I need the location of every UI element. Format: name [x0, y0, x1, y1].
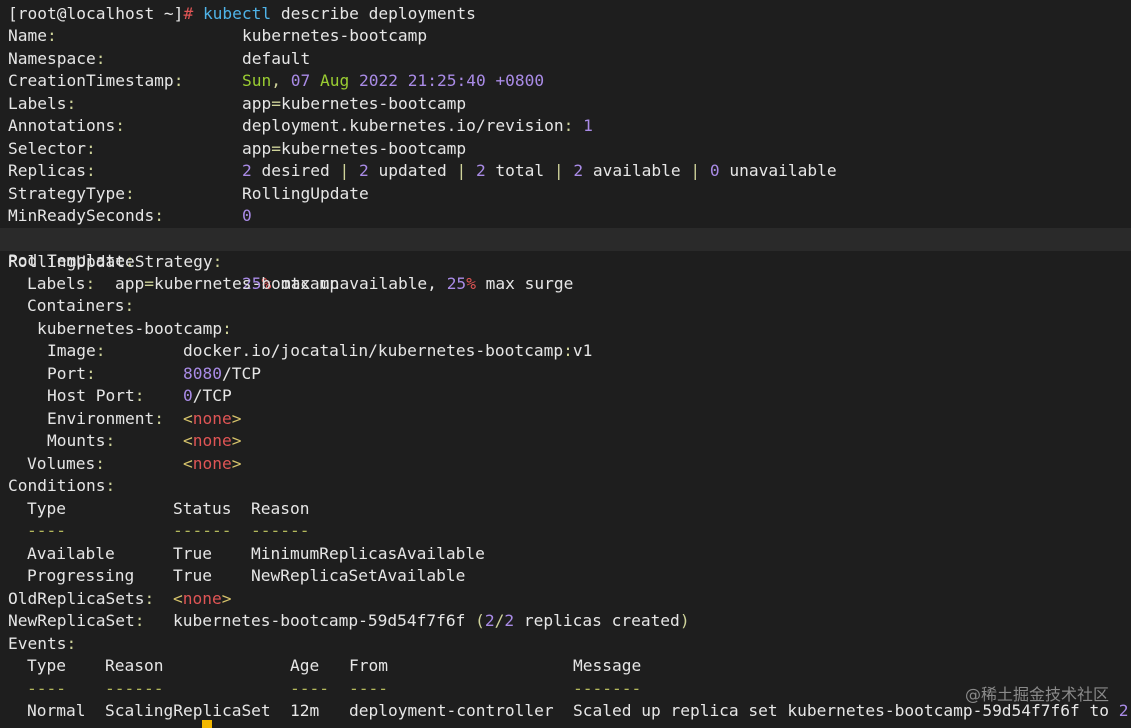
event-row-type: Normal — [27, 701, 86, 720]
field-timestamp-value: Sun, 07 Aug 2022 21:25:40 +0800 — [242, 71, 545, 90]
conditions-header-type: Type — [27, 499, 66, 518]
command-name: kubectl — [202, 4, 272, 23]
field-name-label: Name: — [8, 26, 57, 45]
condition-row-reason: NewReplicaSetAvailable — [251, 566, 466, 585]
conditions-heading: Conditions: — [8, 476, 116, 495]
container-port-value: 8080/TCP — [183, 364, 261, 383]
terminal-window[interactable]: [root@localhost ~]# kubectl describe dep… — [0, 0, 1131, 728]
field-rolling-update-row: RollingUpdateStrategy: 25% max unavailab… — [0, 228, 1131, 293]
prompt-hash: # — [183, 4, 194, 23]
field-annotations-label: Annotations: — [8, 116, 125, 135]
events-header-from: From — [349, 656, 388, 675]
condition-row-reason: MinimumReplicasAvailable — [251, 544, 485, 563]
old-replicasets-label: OldReplicaSets: — [8, 589, 155, 608]
events-dash-age: ---- — [290, 679, 329, 698]
container-env-value: <none> — [183, 409, 242, 428]
field-replicas-label: Replicas: — [8, 161, 96, 180]
conditions-header-reason: Reason — [251, 499, 310, 518]
container-hostport-value: 0/TCP — [183, 386, 232, 405]
container-mounts-label: Mounts: — [47, 431, 116, 450]
conditions-dash-type: ---- — [27, 521, 66, 540]
old-replicasets-value: <none> — [173, 589, 232, 608]
field-name-value: kubernetes-bootcamp — [242, 26, 428, 45]
pod-template-heading: Pod Template: — [8, 251, 135, 270]
pod-containers-label: Containers: — [27, 296, 135, 315]
events-dash-reason: ------ — [105, 679, 164, 698]
event-row-reason: ScalingReplicaSet — [105, 701, 271, 720]
field-replicas-value: 2 desired | 2 updated | 2 total | 2 avai… — [242, 161, 837, 180]
events-heading: Events: — [8, 634, 77, 653]
pod-labels-label: Labels: — [27, 274, 96, 293]
field-selector-value: app=kubernetes-bootcamp — [242, 139, 467, 158]
events-dash-from: ---- — [349, 679, 388, 698]
condition-row-status: True — [173, 566, 212, 585]
events-dash-message: ------- — [573, 679, 642, 698]
events-header-reason: Reason — [105, 656, 164, 675]
field-annotations-value: deployment.kubernetes.io/revision: 1 — [242, 116, 593, 135]
container-mounts-value: <none> — [183, 431, 242, 450]
condition-row-status: True — [173, 544, 212, 563]
volumes-label: Volumes: — [27, 454, 105, 473]
watermark: @稀土掘金技术社区 — [964, 685, 1109, 704]
field-labels-label: Labels: — [8, 94, 77, 113]
condition-row-type: Available — [27, 544, 115, 563]
container-env-label: Environment: — [47, 409, 164, 428]
container-image-label: Image: — [47, 341, 106, 360]
events-header-message: Message — [573, 656, 642, 675]
container-name: kubernetes-bootcamp: — [37, 319, 232, 338]
field-selector-label: Selector: — [8, 139, 96, 158]
container-image-value: docker.io/jocatalin/kubernetes-bootcamp:… — [183, 341, 593, 360]
field-namespace-label: Namespace: — [8, 49, 106, 68]
events-header-age: Age — [290, 656, 320, 675]
events-header-type: Type — [27, 656, 66, 675]
pod-labels-value: app=kubernetes-bootcamp — [115, 274, 340, 293]
command-args: describe deployments — [271, 4, 476, 23]
event-row-age: 12m — [290, 701, 320, 720]
condition-row-type: Progressing — [27, 566, 135, 585]
field-timestamp-label: CreationTimestamp: — [8, 71, 184, 90]
field-minready-label: MinReadySeconds: — [8, 206, 164, 225]
field-strategy-value: RollingUpdate — [242, 184, 369, 203]
conditions-dash-status: ------ — [173, 521, 232, 540]
volumes-value: <none> — [183, 454, 242, 473]
container-port-label: Port: — [47, 364, 96, 383]
prompt-line: [root@localhost ~]# kubectl describe dep… — [8, 3, 476, 26]
new-replicaset-label: NewReplicaSet: — [8, 611, 145, 630]
events-dash-type: ---- — [27, 679, 66, 698]
container-hostport-label: Host Port: — [47, 386, 145, 405]
new-replicaset-value: kubernetes-bootcamp-59d54f7f6f (2/2 repl… — [173, 611, 690, 630]
field-strategy-label: StrategyType: — [8, 184, 135, 203]
conditions-dash-reason: ------ — [251, 521, 310, 540]
field-minready-value: 0 — [242, 206, 252, 225]
field-namespace-value: default — [242, 49, 311, 68]
field-labels-value: app=kubernetes-bootcamp — [242, 94, 467, 113]
conditions-header-status: Status — [173, 499, 232, 518]
prompt-user: [root@localhost ~] — [8, 4, 184, 23]
terminal-cursor — [202, 720, 212, 728]
event-row-from: deployment-controller — [349, 701, 554, 720]
